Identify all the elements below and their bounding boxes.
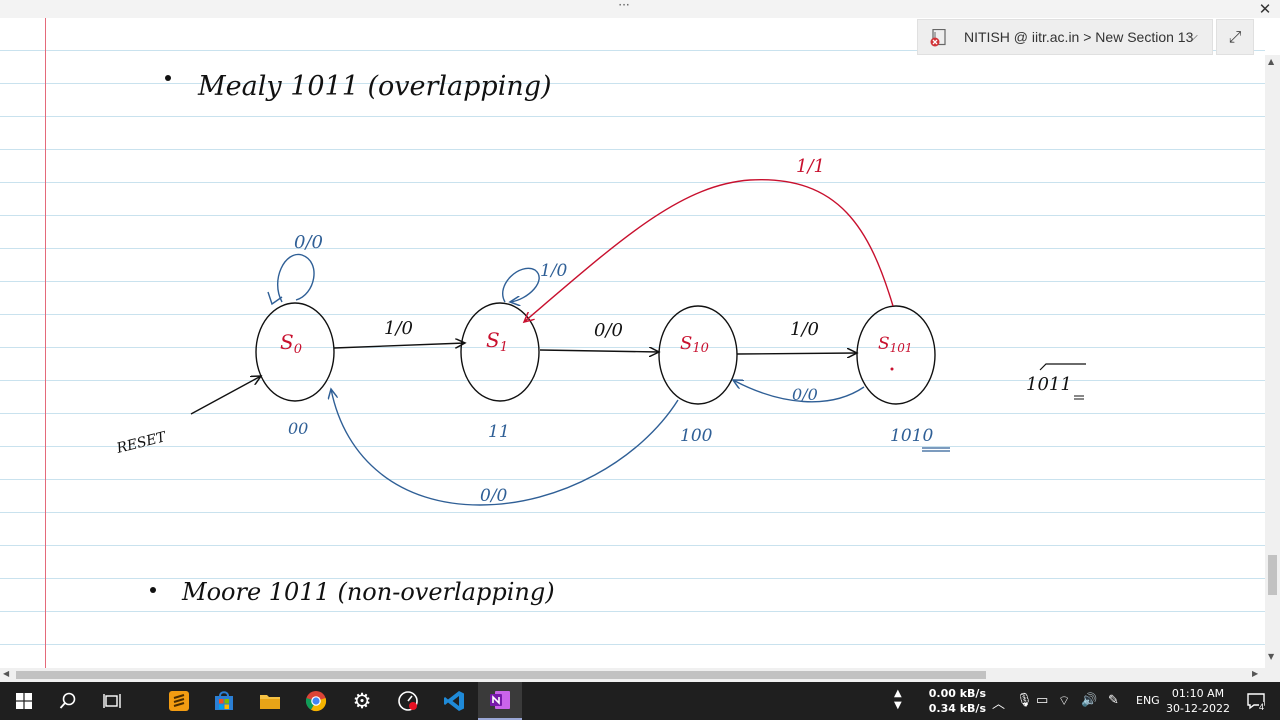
windows-logo-icon xyxy=(16,693,32,709)
transition-s0-s1 xyxy=(333,343,465,349)
self-loop-s1 xyxy=(502,267,540,302)
store-icon xyxy=(215,691,233,710)
chevron-up-icon[interactable]: ︿ xyxy=(992,693,1005,712)
onenote-app[interactable] xyxy=(478,682,522,720)
self-loop-s0 xyxy=(277,253,315,303)
state-s101-note: 1010 xyxy=(890,426,933,446)
wifi-icon[interactable]: ⌔ xyxy=(1058,693,1070,709)
transition-s101-s1 xyxy=(524,179,894,322)
state-s0-label: S0 xyxy=(280,330,302,357)
clock-time: 01:10 AM xyxy=(1171,687,1225,700)
windows-start-button[interactable] xyxy=(2,682,46,720)
sequence-note: 1011 xyxy=(1026,374,1072,395)
clock[interactable]: 01:10 AM 30-12-2022 xyxy=(1165,686,1231,716)
label-s101-s10: 0/0 xyxy=(792,385,818,404)
notification-count: 4 xyxy=(1259,702,1265,712)
bullet-dot xyxy=(165,75,171,81)
search-icon xyxy=(59,692,76,709)
language-indicator[interactable]: ENG xyxy=(1136,694,1160,707)
chrome-icon xyxy=(305,691,327,712)
onenote-icon xyxy=(490,691,510,709)
state-s10-note: 100 xyxy=(680,426,713,446)
vscode-app[interactable] xyxy=(432,682,476,720)
file-explorer-app[interactable] xyxy=(248,682,292,720)
reset-arrow xyxy=(190,376,261,415)
heading-mealy: Mealy 1011 (overlapping) xyxy=(197,71,552,102)
ink-dot xyxy=(890,367,894,371)
network-download: 0.34 kB/s xyxy=(928,702,986,715)
vscode-icon xyxy=(444,691,464,711)
microsoft-store-app[interactable] xyxy=(202,682,246,720)
label-s0-self: 0/0 xyxy=(294,232,323,253)
folder-icon xyxy=(260,695,280,709)
network-speed-arrows-icon: ▲ ▼ xyxy=(894,688,902,711)
settings-app[interactable]: ⚙ xyxy=(340,682,384,720)
self-loop-s0-arrowhead xyxy=(267,291,283,306)
label-s10-s0: 0/0 xyxy=(480,486,508,506)
chrome-app[interactable] xyxy=(294,682,338,720)
task-view-button[interactable] xyxy=(90,682,134,720)
gear-icon: ⚙ xyxy=(352,689,372,713)
transition-s10-s101 xyxy=(736,353,857,354)
performance-monitor-app[interactable] xyxy=(386,682,430,720)
clock-date: 30-12-2022 xyxy=(1166,702,1230,715)
transition-s1-s10 xyxy=(539,350,659,352)
label-s10-s101: 1/0 xyxy=(790,319,819,340)
taskbar: ⚙ ▲ ▼ 0.00 kB/s 0.34 kB/s ︿ 🎙 ▭ ⌔ 🔊 ✎ ENG… xyxy=(0,682,1280,720)
gauge-icon xyxy=(398,691,418,711)
underline-mark xyxy=(922,447,950,452)
label-s1-s10: 0/0 xyxy=(594,320,623,341)
label-s0-s1: 1/0 xyxy=(384,318,413,339)
notification-center-button[interactable]: 4 xyxy=(1236,682,1276,720)
speaker-icon[interactable]: 🔊 xyxy=(1081,693,1097,708)
label-s101-s1: 1/1 xyxy=(796,156,825,177)
sequence-overline xyxy=(1039,363,1086,371)
search-button[interactable] xyxy=(46,682,90,720)
task-view-icon xyxy=(103,694,121,708)
battery-icon[interactable]: ▭ xyxy=(1036,693,1048,708)
network-speed: 0.00 kB/s 0.34 kB/s xyxy=(922,686,986,716)
state-s10-label: S10 xyxy=(680,333,709,356)
state-s1-label: S1 xyxy=(486,328,508,355)
state-s1-note: 11 xyxy=(488,422,510,442)
pen-icon[interactable]: ✎ xyxy=(1108,693,1119,708)
state-s0-note: 00 xyxy=(288,419,308,438)
bullet-dot xyxy=(150,587,156,593)
label-s1-self: 1/0 xyxy=(540,261,568,281)
sublime-text-app[interactable] xyxy=(157,682,201,720)
sequence-underline xyxy=(1074,395,1084,400)
heading-moore: Moore 1011 (non-overlapping) xyxy=(181,578,555,606)
network-upload: 0.00 kB/s xyxy=(928,687,986,700)
microphone-icon[interactable]: 🎙 xyxy=(1016,693,1033,708)
state-s101-circle xyxy=(856,305,936,405)
sublime-text-icon xyxy=(169,691,189,711)
ink-drawing[interactable]: Mealy 1011 (overlapping) Moore 1011 (non… xyxy=(0,0,1280,720)
state-s101-label: S101 xyxy=(878,334,913,355)
reset-label: RESET xyxy=(114,429,169,457)
